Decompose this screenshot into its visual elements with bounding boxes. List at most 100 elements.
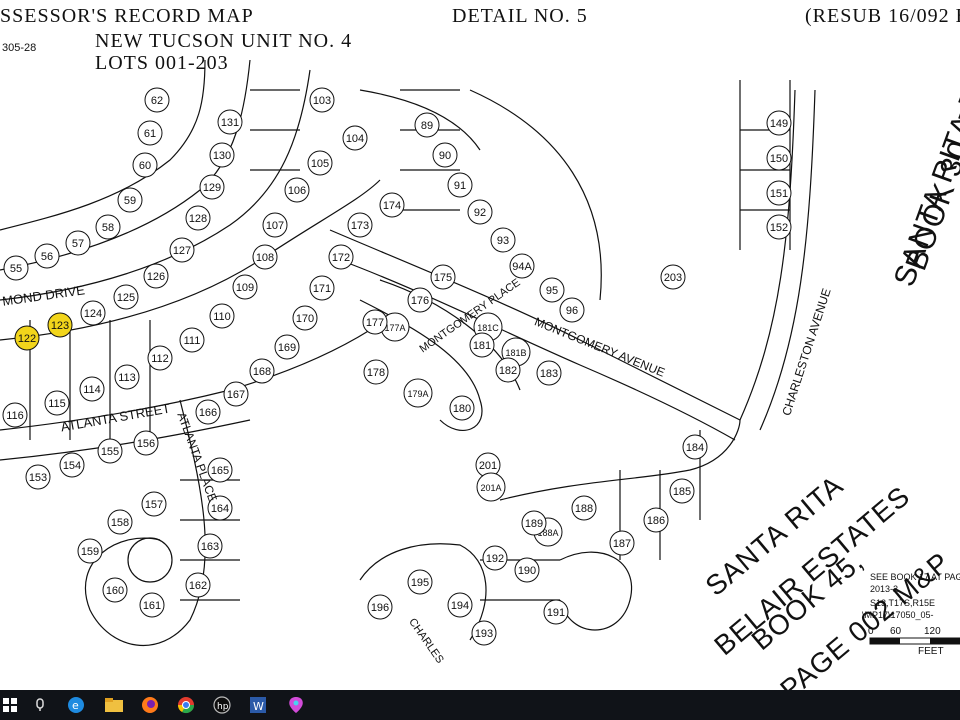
lot-113: 113 <box>114 364 140 390</box>
lot-184: 184 <box>682 434 708 460</box>
svg-text:108: 108 <box>256 252 274 264</box>
lot-103: 103 <box>309 87 335 113</box>
lot-193: 193 <box>471 620 497 646</box>
lot-60: 60 <box>132 152 158 178</box>
firefox-icon[interactable] <box>136 690 164 720</box>
svg-text:150: 150 <box>770 153 788 165</box>
svg-text:184: 184 <box>686 442 704 454</box>
svg-text:195: 195 <box>411 577 429 589</box>
lot-196: 196 <box>367 594 393 620</box>
file-note: \MP17\17050_05- <box>862 610 934 620</box>
lot-178: 178 <box>363 359 389 385</box>
hp-icon[interactable]: hp <box>208 690 236 720</box>
svg-text:179A: 179A <box>407 389 428 399</box>
svg-text:W: W <box>253 700 264 713</box>
svg-text:104: 104 <box>346 133 364 145</box>
lot-91: 91 <box>447 172 473 198</box>
scale-0: 0 <box>868 626 874 637</box>
svg-text:182: 182 <box>499 365 517 377</box>
svg-text:168: 168 <box>253 366 271 378</box>
svg-text:159: 159 <box>81 546 99 558</box>
ref-code: 305-28 <box>2 42 37 54</box>
lot-181: 181 <box>469 332 495 358</box>
lot-163: 163 <box>197 533 223 559</box>
lot-185: 185 <box>669 478 695 504</box>
lot-182: 182 <box>495 357 521 383</box>
svg-text:183: 183 <box>540 368 558 380</box>
paint-icon[interactable] <box>282 690 310 720</box>
lot-129: 129 <box>199 174 225 200</box>
svg-text:185: 185 <box>673 486 691 498</box>
svg-text:111: 111 <box>184 335 201 347</box>
map-viewer[interactable]: 62 61 60 59 58 57 56 55 131 130 129 128 127 126 125 124… <box>0 0 960 690</box>
edge-icon[interactable]: e <box>62 690 90 720</box>
svg-text:115: 115 <box>48 398 66 410</box>
mond-drive-north-edge <box>0 59 206 231</box>
svg-text:181B: 181B <box>505 348 526 358</box>
svg-text:130: 130 <box>213 150 231 162</box>
svg-text:172: 172 <box>332 252 350 264</box>
svg-text:174: 174 <box>383 200 401 212</box>
svg-text:181: 181 <box>473 340 491 352</box>
lot-108: 108 <box>252 244 278 270</box>
lot-90: 90 <box>432 142 458 168</box>
lot-110: 110 <box>209 303 235 329</box>
file-explorer-icon[interactable] <box>100 690 128 720</box>
lot-92: 92 <box>467 199 493 225</box>
lot-189: 189 <box>521 510 547 536</box>
lot-172: 172 <box>328 244 354 270</box>
word-icon[interactable]: W <box>244 690 272 720</box>
lot-111: 111 <box>179 327 205 353</box>
svg-text:173: 173 <box>351 220 369 232</box>
lot-107: 107 <box>262 212 288 238</box>
svg-text:90: 90 <box>439 150 451 162</box>
svg-text:113: 113 <box>118 372 136 384</box>
svg-text:94A: 94A <box>512 261 532 273</box>
windows-start-icon[interactable] <box>0 690 20 720</box>
lot-124: 124 <box>80 300 106 326</box>
svg-text:114: 114 <box>83 384 101 396</box>
lot-151: 151 <box>766 180 792 206</box>
lot-161: 161 <box>139 592 165 618</box>
search-icon[interactable] <box>30 690 50 720</box>
svg-text:170: 170 <box>296 313 314 325</box>
svg-text:58: 58 <box>102 222 114 234</box>
svg-text:176: 176 <box>411 295 429 307</box>
svg-text:152: 152 <box>770 222 788 234</box>
lot-93: 93 <box>490 227 516 253</box>
svg-text:178: 178 <box>367 367 385 379</box>
svg-text:105: 105 <box>311 158 329 170</box>
svg-text:180: 180 <box>453 403 471 415</box>
lot-167: 167 <box>223 381 249 407</box>
svg-text:127: 127 <box>173 245 191 257</box>
svg-text:157: 157 <box>145 499 163 511</box>
lot-159: 159 <box>77 538 103 564</box>
svg-text:hp: hp <box>217 702 229 712</box>
chrome-icon[interactable] <box>172 690 200 720</box>
svg-text:167: 167 <box>227 389 245 401</box>
lot-192: 192 <box>482 545 508 571</box>
scale-feet: FEET <box>918 646 944 657</box>
lot-115: 115 <box>44 390 70 416</box>
lot-158: 158 <box>107 509 133 535</box>
lot-58: 58 <box>95 214 121 240</box>
svg-text:158: 158 <box>111 517 129 529</box>
lot-187: 187 <box>609 530 635 556</box>
svg-text:203: 203 <box>664 272 682 284</box>
svg-text:91: 91 <box>454 180 466 192</box>
svg-text:131: 131 <box>221 117 239 129</box>
scale-120: 120 <box>924 626 941 637</box>
lot-62: 62 <box>144 87 170 113</box>
svg-text:124: 124 <box>84 308 102 320</box>
svg-text:192: 192 <box>486 553 504 565</box>
svg-text:e: e <box>72 699 79 712</box>
lot-105: 105 <box>307 150 333 176</box>
lot-170: 170 <box>292 305 318 331</box>
svg-text:163: 163 <box>201 541 219 553</box>
lot-56: 56 <box>34 243 60 269</box>
svg-text:171: 171 <box>313 283 331 295</box>
unit-subtitle: NEW TUCSON UNIT NO. 4 <box>95 30 353 52</box>
lots-subtitle: LOTS 001-203 <box>95 52 229 74</box>
lot-169: 169 <box>274 334 300 360</box>
lot-153: 153 <box>25 464 51 490</box>
